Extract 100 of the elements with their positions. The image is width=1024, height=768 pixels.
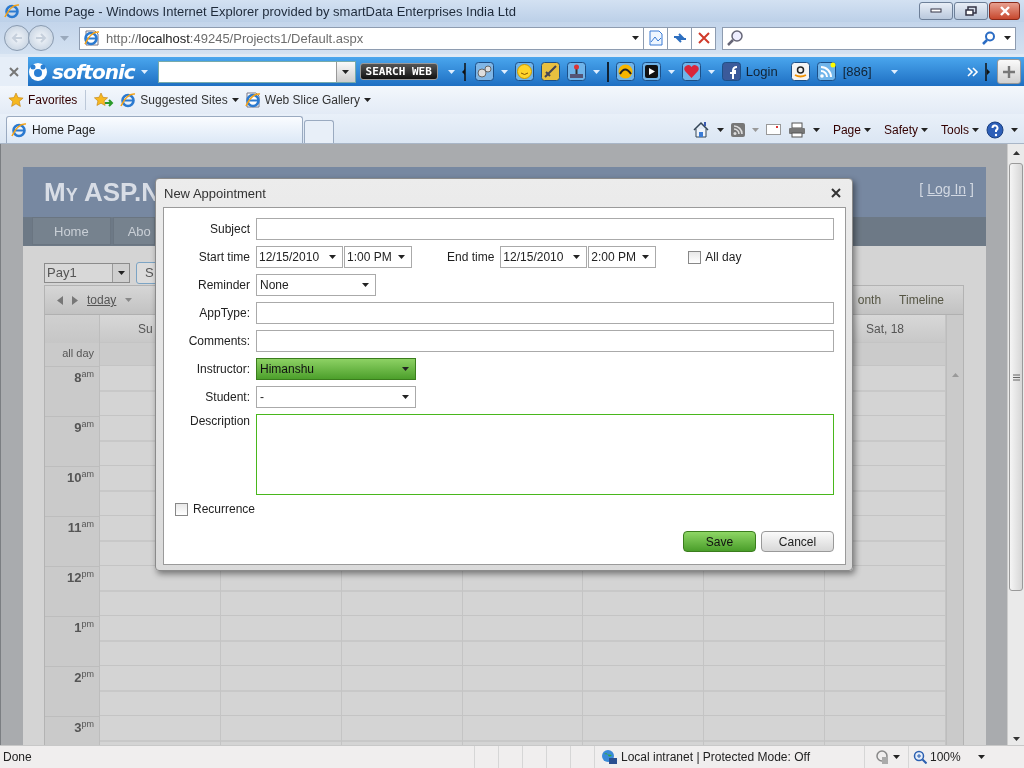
arc-icon[interactable] [615,62,635,81]
add-button[interactable] [997,59,1021,84]
caret-icon[interactable] [402,367,409,371]
checkbox[interactable] [175,502,188,516]
student-dropdown[interactable]: - [256,386,416,408]
time-dropdown[interactable]: 1:00 PM [344,246,412,268]
caret-icon[interactable] [573,255,581,259]
browser-tab[interactable]: Home Page [6,116,303,143]
minimize-icon[interactable] [930,8,942,14]
restore-button[interactable] [954,2,988,20]
hour-label: 11$^{am}$ [45,516,100,566]
caret-icon[interactable] [329,255,336,259]
caret-icon[interactable] [977,755,985,759]
globe-icon [601,749,617,765]
previous-icon[interactable] [57,295,63,305]
social-logo-icon[interactable] [721,62,741,81]
field-label: Comments: [187,334,250,348]
caret-icon[interactable] [863,127,871,132]
caret-icon[interactable] [892,755,900,759]
command-menu[interactable]: Tools [941,122,979,137]
grip-icon[interactable] [461,62,468,81]
caret-icon[interactable] [1004,36,1011,40]
hour-label: 10$^{am}$ [45,466,100,516]
text-area[interactable] [256,414,834,495]
search-field[interactable] [157,60,356,83]
instructor-dropdown[interactable]: Himanshu [256,358,416,380]
search-field[interactable] [722,26,1016,50]
caret-icon[interactable] [642,255,650,259]
browser-icon [120,92,137,108]
shop-logo-icon[interactable] [790,62,810,81]
restore-icon[interactable] [965,6,977,16]
grip-icon[interactable] [985,62,991,81]
home-icon[interactable] [691,121,710,138]
caret-icon[interactable] [363,98,371,102]
plus-icon[interactable] [1003,65,1015,78]
caret-icon[interactable] [402,395,409,399]
resource-dropdown[interactable]: Pay1 [44,262,130,283]
scrollbar[interactable] [1007,144,1024,745]
favorites-item[interactable]: Web Slice Gallery [244,92,371,108]
hour-label: 2$^{pm}$ [45,666,100,716]
day-header: Sat, 18 [866,322,905,336]
close-button[interactable] [831,188,841,198]
caret-icon[interactable] [716,127,724,132]
caret-icon[interactable] [398,255,405,259]
scrollbar[interactable] [946,315,963,745]
search-icon[interactable] [982,31,996,45]
caret-icon[interactable] [1011,127,1018,132]
zoom-icon[interactable] [913,750,927,764]
scroll-thumb[interactable] [1009,163,1023,591]
text-field[interactable] [256,218,834,240]
view-tab[interactable]: Timeline [899,293,944,307]
caret-icon[interactable] [231,98,239,102]
favorites-item[interactable]: Suggested Sites [120,92,239,108]
sword-icon[interactable] [540,62,560,81]
zoom-level[interactable]: 100% [930,750,961,764]
stop-button[interactable] [692,26,716,50]
smiley-icon[interactable] [514,62,534,81]
joystick-icon[interactable] [566,62,586,81]
close-icon[interactable] [9,66,19,77]
caret-icon[interactable] [117,270,125,275]
chevron-icon[interactable] [967,66,979,77]
reminder-dropdown[interactable]: None [256,274,376,296]
time-dropdown[interactable]: 2:00 PM [588,246,657,268]
checkbox[interactable] [688,250,702,264]
next-icon[interactable] [72,295,78,305]
rss-icon[interactable] [816,62,836,81]
login-link[interactable]: Login [745,64,778,79]
caret-icon[interactable] [972,127,979,132]
date-dropdown[interactable]: 12/15/2010 [256,246,343,268]
browser-icon [4,3,20,19]
command-menu[interactable]: Safety [883,122,928,137]
caret-icon[interactable] [342,69,350,74]
add-favorite-icon[interactable] [94,92,115,108]
save-button[interactable]: Save [683,531,756,552]
text-field[interactable] [256,330,834,352]
gear-icon[interactable] [474,62,494,81]
caret-icon[interactable] [812,127,820,132]
stop-icon[interactable] [697,32,710,44]
help-icon[interactable] [986,120,1004,139]
today-link[interactable]: today [87,293,117,307]
text-field[interactable] [256,302,834,324]
brand-name: softonic [52,59,135,84]
cancel-button[interactable]: Cancel [761,531,834,552]
command-menu[interactable]: Page [832,122,871,137]
play-icon[interactable] [641,62,661,81]
separator-icon [606,61,609,82]
close-button[interactable] [989,2,1020,20]
rss-icon[interactable] [730,122,745,137]
minimize-button[interactable] [919,2,953,20]
address-field[interactable]: http://localhost:49245/Projects1/Default.aspx [79,26,644,50]
favorites-item[interactable]: Favorites [8,92,78,108]
search-web-button[interactable]: SEARCH WEB [359,63,438,80]
date-dropdown[interactable]: 12/15/2010 [500,246,588,268]
caret-icon[interactable] [632,36,639,40]
printer-icon[interactable] [787,121,806,138]
view-tab[interactable]: onth [857,293,882,307]
caret-icon[interactable] [921,127,928,132]
hour-label: 12$^{pm}$ [45,566,100,616]
heart-icon[interactable] [681,62,701,81]
mail-icon[interactable] [765,124,781,135]
